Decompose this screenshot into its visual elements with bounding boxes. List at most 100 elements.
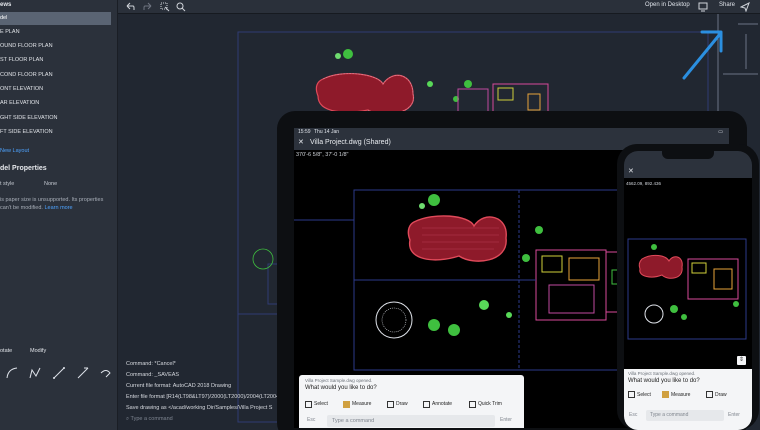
tablet-coordinates: 370'-6 5/8", 37'-0 1/8": [296, 152, 349, 158]
tablet-status-bar: 15:59 Thu 14 Jan ▭: [294, 128, 729, 136]
tablet-command-panel: Villa Project Sample.dwg opened. What wo…: [299, 375, 524, 428]
phone-coordinates: 4562.09, 892.436: [626, 181, 662, 186]
draw-button[interactable]: Draw: [387, 397, 408, 411]
line-icon: [52, 367, 65, 379]
phone-toolbar: ✕: [624, 165, 752, 178]
trim-icon: [100, 370, 111, 378]
close-icon[interactable]: ✕: [298, 138, 304, 146]
phone-device: ✕ 4562.09, 892.436 ⇕ Villa Project Sampl…: [617, 144, 759, 430]
tablet-time: 15:59: [298, 129, 311, 135]
phone-screen: ✕ 4562.09, 892.436 ⇕ Villa Project Sampl…: [624, 151, 752, 430]
trim-tool-button[interactable]: [97, 364, 115, 382]
app-root: Open in Desktop Share ews ✕ del E PLAN O…: [0, 0, 760, 430]
ruler-icon: [343, 400, 350, 408]
paper-plane-icon[interactable]: [740, 2, 750, 12]
annotate-button[interactable]: Annotate: [423, 397, 452, 411]
command-line: Save drawing as </acad/working Dir/Sampl…: [126, 405, 273, 411]
enter-button[interactable]: Enter: [728, 412, 740, 418]
select-button[interactable]: Select: [628, 391, 651, 398]
polyline-icon: [29, 367, 41, 379]
layout-item-model[interactable]: del: [0, 12, 111, 25]
unsupported-note: is paper size is unsupported. Its proper…: [0, 196, 110, 212]
open-in-desktop-button[interactable]: Open in Desktop: [645, 2, 690, 8]
battery-icon: ▭: [718, 129, 723, 135]
measure-label: Measure: [671, 391, 691, 398]
arc-icon: [6, 367, 17, 379]
new-layout-link[interactable]: New Layout: [0, 148, 29, 154]
command-line: Enter file format [R14(LT98&LT97)/2000(L…: [126, 394, 286, 400]
measure-button[interactable]: Measure: [662, 391, 690, 398]
select-label: Select: [314, 401, 328, 407]
enter-button[interactable]: Enter: [500, 417, 512, 423]
desktop-icon: [698, 2, 708, 12]
close-icon[interactable]: ✕: [628, 167, 634, 175]
quick-trim-button[interactable]: Quick Trim: [469, 397, 502, 411]
draw-button[interactable]: Draw: [706, 391, 727, 398]
prompt-question: What would you like to do?: [628, 378, 700, 384]
command-input[interactable]: Type a command: [646, 410, 724, 421]
plot-style-label: t style: [0, 181, 15, 187]
measure-button[interactable]: Measure: [343, 397, 371, 411]
draw-icon: [387, 400, 394, 408]
phone-status-bar: [624, 151, 752, 165]
plot-style-value: None: [44, 181, 58, 187]
phone-command-panel: Villa Project Sample.dwg opened. What wo…: [624, 369, 752, 430]
draw-tools-row: [0, 360, 118, 386]
tablet-date: Thu 14 Jan: [314, 129, 340, 135]
tool-tabs: otate Modify: [0, 346, 118, 358]
quick-trim-label: Quick Trim: [478, 401, 502, 407]
esc-button[interactable]: Esc: [307, 417, 315, 423]
command-line: Command: *Cancel*: [126, 361, 176, 367]
draw-label: Draw: [396, 401, 408, 407]
line-tool-button[interactable]: [50, 364, 68, 382]
annotate-label: Annotate: [432, 401, 453, 407]
extend-tool-button[interactable]: [74, 364, 92, 382]
annotate-icon: [423, 400, 430, 408]
ruler-icon: [662, 391, 669, 398]
expand-icon[interactable]: ⇕: [737, 356, 746, 365]
layout-item-rear-elevation[interactable]: AR ELEVATION: [0, 97, 111, 110]
layouts-panel: ews ✕ del E PLAN OUND FLOOR PLAN ST FLOO…: [0, 0, 118, 430]
undo-icon[interactable]: [125, 2, 135, 12]
command-placeholder: Type a command: [130, 416, 173, 422]
command-line: Current file format: AutoCAD 2018 Drawin…: [126, 383, 232, 389]
redo-icon[interactable]: [143, 2, 153, 12]
esc-button[interactable]: Esc: [629, 412, 637, 418]
file-opened-message: Villa Project Sample.dwg opened.: [628, 371, 696, 376]
panel-title: ews: [0, 2, 12, 8]
layout-item-left-side-elevation[interactable]: FT SIDE ELEVATION: [0, 126, 111, 139]
draw-label: Draw: [715, 391, 727, 398]
phone-cad-drawing[interactable]: [624, 189, 752, 367]
top-toolbar: Open in Desktop Share: [118, 0, 760, 14]
phone-notch: [662, 151, 714, 159]
zoom-icon[interactable]: [176, 2, 186, 12]
layout-item-site-plan[interactable]: E PLAN: [0, 26, 111, 39]
measure-label: Measure: [352, 401, 372, 407]
arc-tool-button[interactable]: [3, 364, 21, 382]
command-input[interactable]: Type a command: [327, 415, 495, 427]
polyline-tool-button[interactable]: [26, 364, 44, 382]
share-arrow-annotation: [682, 30, 723, 80]
tab-annotate[interactable]: otate: [0, 348, 12, 354]
select-button[interactable]: Select: [305, 397, 328, 411]
prompt-question: What would you like to do?: [305, 385, 377, 391]
layout-item-ground-floor-plan[interactable]: OUND FLOOR PLAN: [0, 40, 111, 53]
layout-item-right-side-elevation[interactable]: GHT SIDE ELEVATION: [0, 112, 111, 125]
tab-modify[interactable]: Modify: [30, 348, 46, 354]
share-button[interactable]: Share: [719, 2, 735, 8]
tablet-document-title: Villa Project.dwg (Shared): [310, 139, 391, 146]
layout-item-front-elevation[interactable]: ONT ELEVATION: [0, 83, 111, 96]
learn-more-link[interactable]: Learn more: [44, 205, 72, 211]
file-opened-message: Villa Project Sample.dwg opened.: [305, 378, 373, 383]
trim-icon: [469, 400, 476, 408]
layout-item-second-floor-plan[interactable]: COND FLOOR PLAN: [0, 69, 111, 82]
select-icon[interactable]: [160, 2, 170, 12]
extend-icon: [77, 367, 88, 379]
layout-item-first-floor-plan[interactable]: ST FLOOR PLAN: [0, 54, 111, 67]
select-icon: [305, 400, 312, 408]
select-label: Select: [637, 391, 651, 398]
model-properties-heading: del Properties: [0, 165, 47, 172]
select-icon: [628, 391, 635, 398]
command-line: Command: _SAVEAS: [126, 372, 180, 378]
draw-icon: [706, 391, 713, 398]
